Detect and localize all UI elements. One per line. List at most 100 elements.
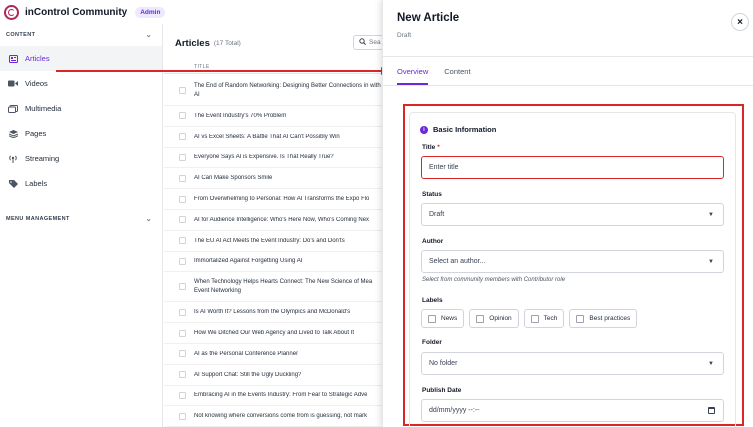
chevron-down-icon: ▼ (708, 211, 714, 218)
row-checkbox[interactable] (179, 371, 186, 379)
table-row[interactable]: The EU AI Act Meets the Event Industry: … (164, 231, 382, 252)
sidebar-item-label: Videos (25, 79, 48, 88)
close-button[interactable]: × (731, 13, 749, 31)
chevron-down-icon: ⌄ (145, 32, 152, 39)
title-label-text: Title (422, 144, 436, 151)
row-checkbox[interactable] (179, 216, 186, 224)
row-checkbox[interactable] (179, 195, 186, 203)
list-header: Articles (17 Total) (164, 24, 382, 62)
tab-content[interactable]: Content (444, 57, 470, 85)
checkbox[interactable] (530, 314, 539, 323)
table-row[interactable]: Not knowing where conversions come from … (164, 406, 382, 427)
required-marker: * (437, 144, 440, 151)
chevron-down-icon: ▼ (708, 258, 714, 265)
table-row[interactable]: How We Ditched Our Web Agency and Lived … (164, 323, 382, 344)
checkbox[interactable] (576, 314, 585, 323)
table-row[interactable]: Immortalized Against Forgetting Using AI (164, 252, 382, 273)
article-title[interactable]: Not knowing where conversions come from … (194, 413, 367, 419)
calendar-icon[interactable] (708, 407, 715, 414)
row-checkbox[interactable] (179, 153, 186, 161)
menu-section-toggle[interactable]: MENU MANAGEMENT ⌄ (0, 208, 162, 230)
sidebar-item-videos[interactable]: Videos (0, 71, 162, 96)
article-title[interactable]: AI for Audience Intelligence: Who's Here… (194, 217, 369, 223)
menu-heading: MENU MANAGEMENT (6, 216, 70, 222)
article-title[interactable]: The End of Random Networking: Designing … (194, 82, 382, 100)
article-title[interactable]: AI as the Personal Conference Planner (194, 351, 298, 357)
articles-list: Articles (17 Total) Sea TITLE The End of… (164, 24, 393, 427)
sidebar-item-articles[interactable]: Articles (0, 46, 162, 71)
basic-information-card: i Basic Information Title * Enter title S… (409, 112, 736, 427)
sidebar-item-label: Articles (25, 54, 50, 63)
author-label: Author (422, 238, 444, 245)
sidebar-item-multimedia[interactable]: Multimedia (0, 96, 162, 121)
table-row[interactable]: AI Support Chat: Still the Ugly Duckling… (164, 365, 382, 386)
table-row[interactable]: Embracing AI in the Events Industry: Fro… (164, 386, 382, 407)
labels-options: News Opinion Tech Best practices (421, 309, 642, 328)
sidebar-item-labels[interactable]: Labels (0, 171, 162, 196)
row-checkbox[interactable] (179, 308, 186, 316)
title-input[interactable]: Enter title (421, 156, 724, 179)
table-row[interactable]: AI for Audience Intelligence: Who's Here… (164, 210, 382, 231)
article-title[interactable]: AI vs Excel Sheets: A Battle That AI Can… (194, 134, 340, 140)
label-option-text: Opinion (489, 315, 512, 322)
table-row[interactable]: The Event Industry's 70% Problem (164, 106, 382, 127)
checkbox[interactable] (476, 314, 485, 323)
content-section-toggle[interactable]: CONTENT ⌄ (0, 24, 162, 46)
status-label: Status (422, 191, 442, 198)
row-checkbox[interactable] (179, 257, 186, 265)
article-title[interactable]: From Overwhelming to Personal: How AI Tr… (194, 196, 369, 202)
article-title[interactable]: How We Ditched Our Web Agency and Lived … (194, 330, 354, 336)
article-title[interactable]: Embracing AI in the Events Industry: Fro… (194, 392, 367, 398)
table-row[interactable]: AI vs Excel Sheets: A Battle That AI Can… (164, 127, 382, 148)
article-title[interactable]: The EU AI Act Meets the Event Industry: … (194, 238, 345, 244)
table-row[interactable]: AI as the Personal Conference Planner (164, 344, 382, 365)
tab-overview[interactable]: Overview (397, 57, 429, 85)
table-row[interactable]: When Technology Helps Hearts Connect: Th… (164, 272, 382, 303)
article-title[interactable]: When Technology Helps Hearts Connect: Th… (194, 278, 382, 296)
article-title[interactable]: The Event Industry's 70% Problem (194, 113, 286, 119)
pages-icon (8, 129, 18, 138)
checkbox[interactable] (428, 314, 436, 323)
chevron-down-icon: ▼ (708, 360, 714, 367)
article-title[interactable]: AI Can Make Sponsors Smile (194, 175, 272, 181)
publish-date-input[interactable]: dd/mm/yyyy --:-- (421, 399, 724, 422)
author-select[interactable]: Select an author... ▼ (421, 250, 724, 273)
status-select[interactable]: Draft ▼ (421, 203, 724, 226)
section-title: Basic Information (433, 125, 497, 134)
section-header: i Basic Information (420, 125, 496, 134)
sidebar-item-pages[interactable]: Pages (0, 121, 162, 146)
sidebar-item-streaming[interactable]: Streaming (0, 146, 162, 171)
article-title[interactable]: Is AI Worth It? Lessons from the Olympic… (194, 309, 350, 315)
row-checkbox[interactable] (179, 350, 186, 358)
row-checkbox[interactable] (179, 112, 186, 120)
folder-select[interactable]: No folder ▼ (421, 352, 724, 375)
row-checkbox[interactable] (179, 174, 186, 182)
article-title[interactable]: Immortalized Against Forgetting Using AI (194, 258, 302, 264)
table-row[interactable]: AI Can Make Sponsors Smile (164, 168, 382, 190)
row-checkbox[interactable] (179, 391, 186, 399)
publish-date-label: Publish Date (422, 387, 462, 394)
row-checkbox[interactable] (179, 412, 186, 420)
table-row[interactable]: Everyone Says AI is Expensive. Is That R… (164, 148, 382, 169)
author-hint: Select from community members with Contr… (422, 277, 566, 283)
label-option-tech[interactable]: Tech (523, 309, 565, 328)
article-title[interactable]: AI Support Chat: Still the Ugly Duckling… (194, 372, 301, 378)
row-checkbox[interactable] (179, 87, 186, 94)
table-row[interactable]: Is AI Worth It? Lessons from the Olympic… (164, 302, 382, 324)
label-option-opinion[interactable]: Opinion (469, 309, 519, 328)
row-checkbox[interactable] (179, 133, 186, 141)
column-header-title[interactable]: TITLE (164, 64, 382, 74)
role-badge: Admin (135, 6, 166, 18)
row-checkbox[interactable] (179, 283, 186, 291)
label-option-news[interactable]: News (421, 309, 465, 328)
row-checkbox[interactable] (179, 329, 186, 337)
label-icon (8, 179, 18, 188)
label-option-best-practices[interactable]: Best practices (569, 309, 638, 328)
multimedia-icon (8, 104, 18, 113)
row-checkbox[interactable] (179, 237, 186, 245)
table-row[interactable]: The End of Random Networking: Designing … (164, 76, 382, 106)
article-title[interactable]: Everyone Says AI is Expensive. Is That R… (194, 154, 334, 160)
table-row[interactable]: From Overwhelming to Personal: How AI Tr… (164, 189, 382, 210)
folder-label: Folder (422, 339, 442, 346)
label-option-text: Tech (543, 315, 558, 322)
